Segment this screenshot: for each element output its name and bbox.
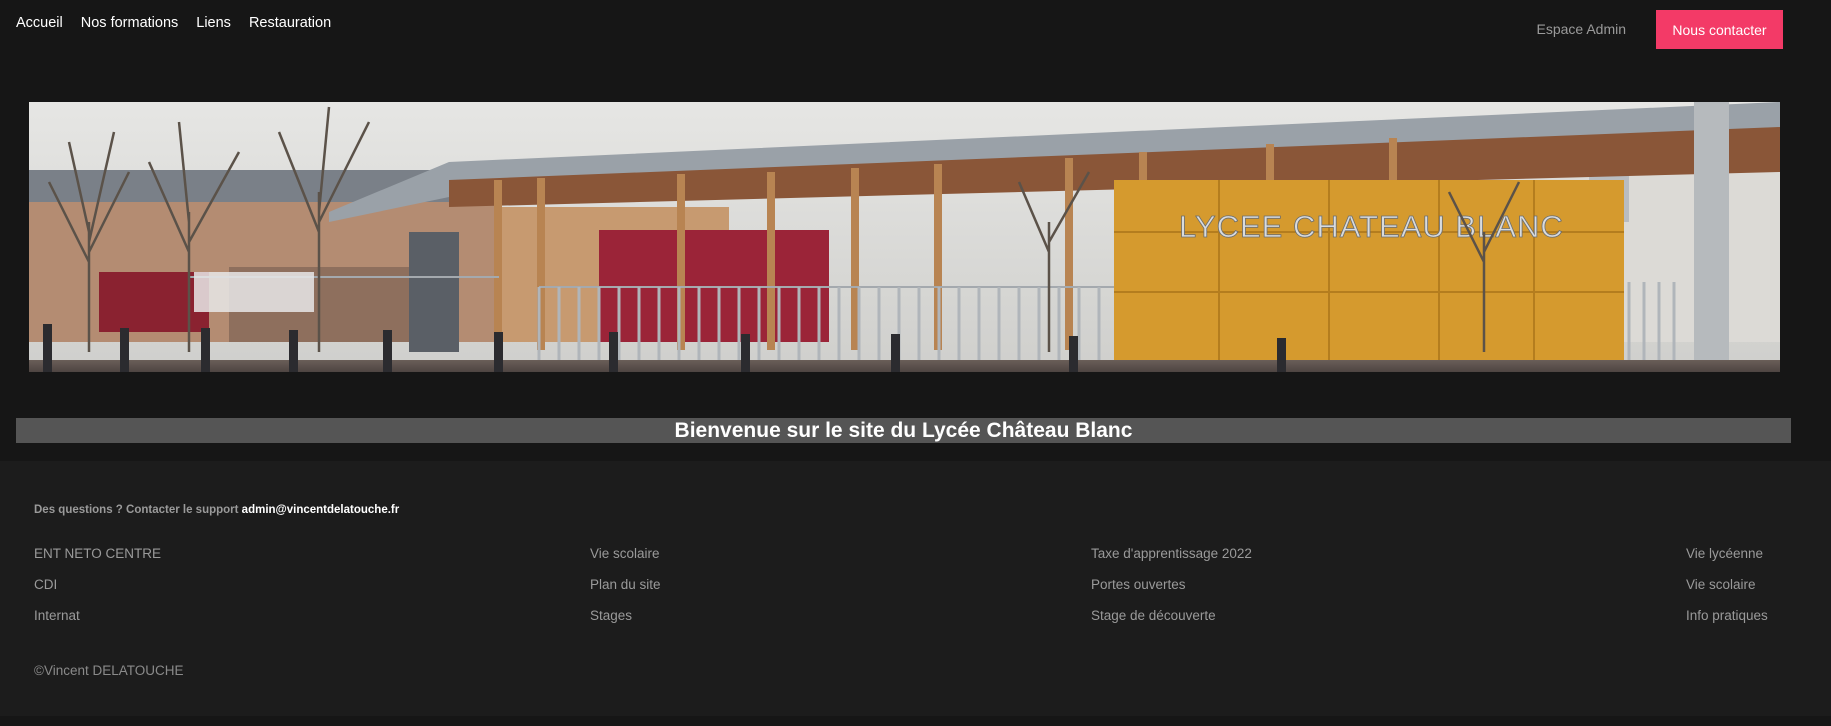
footer-link-cdi[interactable]: CDI bbox=[34, 577, 161, 593]
main-nav: Accueil Nos formations Liens Restauratio… bbox=[16, 15, 331, 31]
nav-restauration[interactable]: Restauration bbox=[249, 15, 331, 31]
footer-link-vie-scolaire[interactable]: Vie scolaire bbox=[590, 546, 661, 562]
contact-button[interactable]: Nous contacter bbox=[1656, 10, 1783, 49]
footer-link-portes-ouvertes[interactable]: Portes ouvertes bbox=[1091, 577, 1252, 593]
banner-image: LYCEE CHATEAU BLANC bbox=[29, 102, 1780, 372]
footer-link-stages[interactable]: Stages bbox=[590, 608, 661, 624]
copyright: ©Vincent DELATOUCHE bbox=[34, 663, 184, 678]
footer-column-2: Vie scolaire Plan du site Stages bbox=[590, 546, 661, 624]
espace-admin-link[interactable]: Espace Admin bbox=[1537, 21, 1627, 37]
footer-column-3: Taxe d'apprentissage 2022 Portes ouverte… bbox=[1091, 546, 1252, 624]
nav-accueil[interactable]: Accueil bbox=[16, 15, 63, 31]
footer-link-ent-neto-centre[interactable]: ENT NETO CENTRE bbox=[34, 546, 161, 562]
nav-liens[interactable]: Liens bbox=[196, 15, 231, 31]
footer-link-taxe-apprentissage[interactable]: Taxe d'apprentissage 2022 bbox=[1091, 546, 1252, 562]
support-label: Des questions ? Contacter le support bbox=[34, 504, 242, 516]
footer-link-internat[interactable]: Internat bbox=[34, 608, 161, 624]
footer-link-vie-scolaire-2[interactable]: Vie scolaire bbox=[1686, 577, 1768, 593]
support-email-link[interactable]: admin@vincentdelatouche.fr bbox=[242, 504, 400, 516]
nav-nos-formations[interactable]: Nos formations bbox=[81, 15, 179, 31]
building-sign: LYCEE CHATEAU BLANC bbox=[1179, 209, 1564, 244]
school-building-illustration: LYCEE CHATEAU BLANC bbox=[29, 102, 1780, 372]
footer-link-info-pratiques[interactable]: Info pratiques bbox=[1686, 608, 1768, 624]
footer-link-stage-decouverte[interactable]: Stage de découverte bbox=[1091, 608, 1252, 624]
footer-column-4: Vie lycéenne Vie scolaire Info pratiques bbox=[1686, 546, 1768, 624]
footer-column-1: ENT NETO CENTRE CDI Internat bbox=[34, 546, 161, 624]
footer: Des questions ? Contacter le support adm… bbox=[0, 461, 1831, 716]
footer-link-plan-du-site[interactable]: Plan du site bbox=[590, 577, 661, 593]
footer-link-vie-lyceenne[interactable]: Vie lycéenne bbox=[1686, 546, 1768, 562]
support-text: Des questions ? Contacter le support adm… bbox=[34, 504, 399, 516]
welcome-heading: Bienvenue sur le site du Lycée Château B… bbox=[16, 418, 1791, 443]
